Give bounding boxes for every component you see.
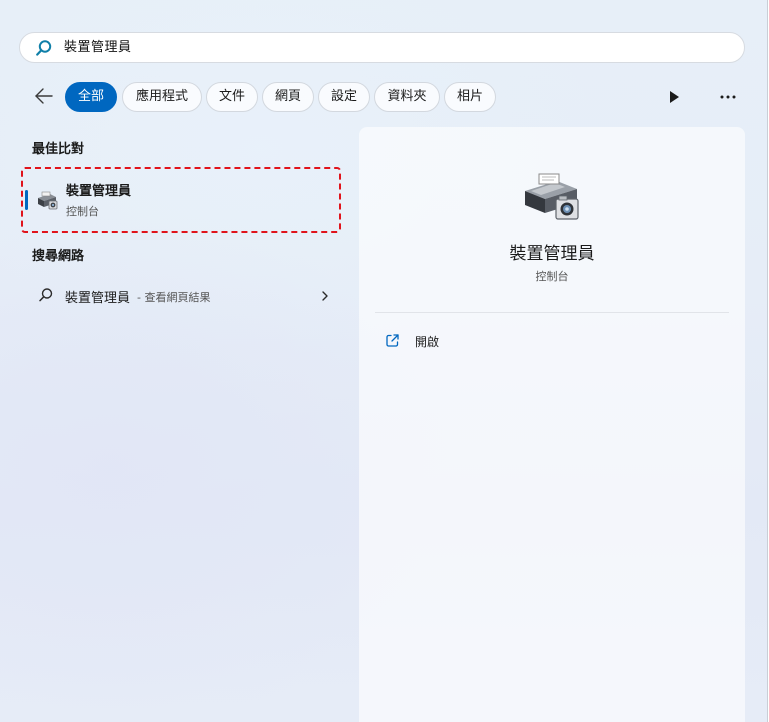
- search-icon: [35, 39, 53, 57]
- web-search-query: 裝置管理員: [65, 291, 131, 306]
- best-match-result[interactable]: 裝置管理員 控制台: [21, 167, 341, 233]
- tab-documents[interactable]: 文件: [206, 82, 258, 112]
- open-external-icon: [385, 333, 400, 348]
- tab-all[interactable]: 全部: [65, 82, 117, 112]
- more-options-button[interactable]: [715, 85, 741, 109]
- web-search-result[interactable]: 裝置管理員 - 查看網頁結果: [21, 281, 341, 309]
- more-filters-button[interactable]: [662, 85, 686, 109]
- best-match-subtitle: 控制台: [66, 205, 99, 218]
- open-button[interactable]: 開啟: [375, 327, 729, 355]
- detail-title: 裝置管理員: [509, 244, 595, 264]
- web-search-icon: [38, 287, 54, 303]
- search-input[interactable]: 裝置管理員: [64, 33, 132, 62]
- tab-apps[interactable]: 應用程式: [122, 82, 202, 112]
- arrow-left-icon: [35, 88, 53, 104]
- device-manager-large-icon: [521, 171, 581, 221]
- ellipsis-icon: [720, 95, 736, 99]
- play-icon: [670, 91, 679, 103]
- tab-settings[interactable]: 設定: [318, 82, 370, 112]
- tab-photos[interactable]: 相片: [444, 82, 496, 112]
- device-manager-icon: [35, 189, 59, 211]
- detail-panel: 裝置管理員 控制台 開啟: [359, 127, 745, 722]
- search-box[interactable]: 裝置管理員: [19, 32, 745, 63]
- start-search-window: 裝置管理員 全部 應用程式 文件 網頁 設定 資料夾 相片 最佳比對 裝置管理員…: [0, 0, 768, 722]
- tab-folders[interactable]: 資料夾: [374, 82, 440, 112]
- selection-indicator: [25, 190, 28, 210]
- web-search-heading: 搜尋網路: [32, 249, 85, 264]
- tab-web[interactable]: 網頁: [262, 82, 314, 112]
- open-label: 開啟: [415, 335, 440, 349]
- web-search-hint: - 查看網頁結果: [137, 291, 211, 304]
- best-match-title: 裝置管理員: [66, 184, 132, 199]
- chevron-right-icon: [319, 288, 331, 302]
- detail-subtitle: 控制台: [535, 270, 569, 283]
- best-match-heading: 最佳比對: [32, 142, 85, 157]
- detail-divider: [375, 312, 729, 313]
- back-button[interactable]: [32, 84, 56, 108]
